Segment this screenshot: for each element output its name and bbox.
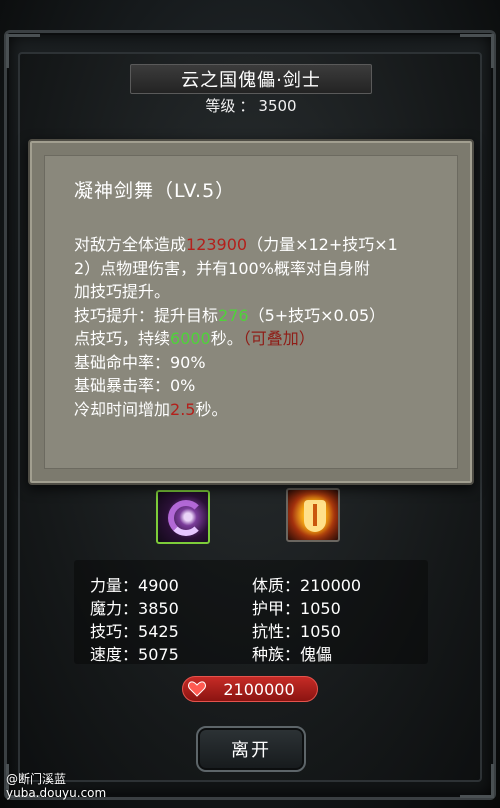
desc-line: 点技巧，持续6000秒。（可叠加） <box>74 329 315 348</box>
watermark-user: @断门溪蓝 <box>6 772 67 786</box>
heart-icon <box>188 681 206 697</box>
stat-resistance: 抗性：1050 <box>252 622 341 641</box>
watermark-site: yuba.douyu.com <box>6 786 107 800</box>
level-separator: ： <box>239 97 255 115</box>
desc-line: 对敌方全体造成123900（力量×12+技巧×1 <box>74 235 398 254</box>
unit-name-title: 云之国傀儡·剑士 <box>130 64 372 94</box>
leave-button-label: 离开 <box>231 740 271 761</box>
damage-value: 123900 <box>186 235 248 254</box>
desc-line: 基础暴击率：0% <box>74 376 196 395</box>
desc-line: 技巧提升：提升目标276（5+技巧×0.05） <box>74 305 386 325</box>
stat-race: 种族：傀儡 <box>252 645 333 664</box>
buff-value: 276 <box>218 305 249 325</box>
stat-strength: 力量：4900 <box>90 576 179 595</box>
desc-line: 加技巧提升。 <box>74 282 171 301</box>
frame-corner-ornament <box>460 34 494 68</box>
level-label: 等级 <box>205 97 236 115</box>
frame-corner-ornament <box>460 764 494 798</box>
frame-corner-ornament <box>6 34 40 68</box>
purple-swirl-blade-icon <box>168 500 204 536</box>
skill-slot-2[interactable] <box>286 488 340 542</box>
stat-skill: 技巧：5425 <box>90 622 179 641</box>
skill-tooltip-title: 凝神剑舞（LV.5） <box>74 180 236 202</box>
level-value: 3500 <box>258 97 297 115</box>
stat-magic: 魔力：3850 <box>90 599 179 618</box>
stat-constitution: 体质：210000 <box>252 576 362 595</box>
desc-line: 2）点物理伤害，并有100%概率对自身附 <box>74 258 370 278</box>
buff-duration: 6000 <box>170 329 211 348</box>
unit-level: 等级： 3500 <box>130 95 372 116</box>
hp-value: 2100000 <box>223 679 295 699</box>
leave-button[interactable]: 离开 <box>196 726 306 772</box>
desc-line: 冷却时间增加2.5秒。 <box>74 399 228 419</box>
skill-slot-1[interactable] <box>156 490 210 544</box>
golden-shield-icon <box>304 500 326 532</box>
desc-line: 基础命中率：90% <box>74 352 206 372</box>
skill-tooltip-description: 对敌方全体造成123900（力量×12+技巧×1 2）点物理伤害，并有100%概… <box>74 233 430 421</box>
stackable-note: （可叠加） <box>242 329 315 348</box>
stat-armor: 护甲：1050 <box>252 599 341 618</box>
unit-name: 云之国傀儡·剑士 <box>181 70 321 91</box>
cooldown-value: 2.5 <box>170 399 196 419</box>
stat-speed: 速度：5075 <box>90 645 179 664</box>
